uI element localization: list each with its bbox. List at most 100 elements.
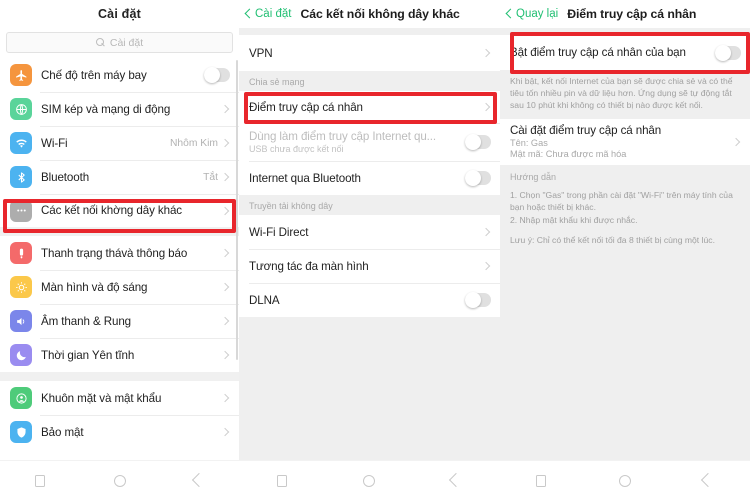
enable-hotspot-toggle[interactable] <box>715 44 741 61</box>
sidebar-item-face-password[interactable]: Khuôn mặt và mật khẩu <box>0 381 239 415</box>
guide-section: Hướng dẫn 1. Chọn "Gas" trong phần cài đ… <box>500 164 750 257</box>
shield-icon <box>10 421 32 443</box>
sidebar-item-display-brightness[interactable]: Màn hình và độ sáng <box>0 270 239 304</box>
sidebar-item-label: Chế độ trên máy bay <box>41 68 147 82</box>
list-item-label: Tương tác đa màn hình <box>249 259 369 273</box>
chevron-left-icon <box>506 9 513 20</box>
recents-button[interactable] <box>34 474 45 487</box>
section-header-wireless-transfer: Truyền tải không dây <box>239 195 500 215</box>
panel-settings: Cài đặt Cài đặt Chế độ trên máy bay SIM … <box>0 0 239 500</box>
sidebar-item-bluetooth[interactable]: Bluetooth Tắt <box>0 160 239 194</box>
guide-line-2: 2. Nhập mật khẩu khi được nhắc. <box>510 214 638 225</box>
hotspot-toggle-group: Bật điểm truy cập cá nhân của bạn <box>500 35 750 70</box>
home-button[interactable] <box>113 474 126 487</box>
status-bar-icon <box>10 242 32 264</box>
more-dots-icon <box>10 199 32 222</box>
bluetooth-value: Tắt <box>203 171 218 183</box>
guide-line-1: 1. Chọn "Gas" trong phần cài đặt "Wi-Fi"… <box>510 189 733 213</box>
list-item-label: Dùng làm điểm truy cập Internet qu... <box>249 130 437 143</box>
list-item-personal-hotspot[interactable]: Điểm truy cập cá nhân <box>239 91 500 123</box>
wifi-icon <box>10 132 32 154</box>
spacer <box>239 28 500 35</box>
sidebar-item-security[interactable]: Bảo mật <box>0 415 239 449</box>
search-input[interactable]: Cài đặt <box>6 32 233 53</box>
list-item-multiscreen[interactable]: Tương tác đa màn hình <box>239 249 500 283</box>
back-label: Cài đặt <box>255 8 292 20</box>
sidebar-item-label: Bảo mật <box>41 425 84 439</box>
sidebar-item-label: Thanh trạng thávà thông báo <box>41 246 188 260</box>
search-icon <box>95 38 105 47</box>
navbar-panel1 <box>0 460 239 500</box>
hotspot-password: Mật mã: Chưa được mã hóa <box>510 149 627 160</box>
wireless-transfer-group: Wi-Fi Direct Tương tác đa màn hình DLNA <box>239 215 500 317</box>
sidebar-item-wifi[interactable]: Wi-Fi Nhôm Kim <box>0 126 239 160</box>
sidebar-item-status-notifications[interactable]: Thanh trạng thávà thông báo <box>0 236 239 270</box>
list-item-label: VPN <box>249 46 273 60</box>
list-item-dlna[interactable]: DLNA <box>239 283 500 317</box>
settings-group-3: Khuôn mặt và mật khẩu Bảo mật <box>0 381 239 449</box>
guide-heading: Hướng dẫn <box>510 171 556 182</box>
spacer <box>500 28 750 35</box>
back-to-settings-link[interactable]: Cài đặt <box>245 8 291 20</box>
back-button[interactable] <box>195 475 205 487</box>
sidebar-item-label: Thời gian Yên tĩnh <box>41 348 135 362</box>
list-item-vpn[interactable]: VPN <box>239 35 500 71</box>
sidebar-item-other-wireless[interactable]: Các kết nối khờng dây khác <box>0 194 239 227</box>
back-link[interactable]: Quay lại <box>506 8 558 20</box>
sound-icon <box>10 310 32 332</box>
chevron-right-icon <box>484 262 491 271</box>
bluetooth-tethering-toggle[interactable] <box>465 170 491 186</box>
group-divider <box>0 227 239 236</box>
sidebar-item-label: Bluetooth <box>41 170 90 184</box>
hotspot-name: Tên: Gas <box>510 138 548 149</box>
back-label: Quay lại <box>516 8 559 20</box>
list-item-hotspot-settings[interactable]: Cài đặt điểm truy cập cá nhân Tên: Gas M… <box>500 118 750 165</box>
home-button[interactable] <box>363 474 376 487</box>
chevron-right-icon <box>223 394 230 403</box>
group-divider <box>0 372 239 381</box>
dlna-toggle[interactable] <box>465 292 491 308</box>
globe-icon <box>10 98 32 120</box>
chevron-right-icon <box>484 49 491 58</box>
list-item-wifi-direct[interactable]: Wi-Fi Direct <box>239 215 500 249</box>
list-item-label: Bật điểm truy cập cá nhân của bạn <box>510 46 686 59</box>
chevron-right-icon <box>484 103 491 112</box>
sidebar-item-sound-vibration[interactable]: Âm thanh & Rung <box>0 304 239 338</box>
list-item-label: Điểm truy cập cá nhân <box>249 100 363 114</box>
panel-other-wireless: Cài đặt Các kết nối không dây khác VPN C… <box>239 0 500 500</box>
list-item-sublabel: USB chưa được kết nối <box>249 144 344 154</box>
sidebar-item-airplane-mode[interactable]: Chế độ trên máy bay <box>0 58 239 92</box>
chevron-right-icon <box>223 283 230 292</box>
chevron-right-icon <box>223 317 230 326</box>
list-item-label: Cài đặt điểm truy cập cá nhân <box>510 124 662 138</box>
brightness-icon <box>10 276 32 298</box>
sidebar-item-quiet-time[interactable]: Thời gian Yên tĩnh <box>0 338 239 372</box>
navbar-panel3 <box>500 460 750 500</box>
bluetooth-icon <box>10 166 32 188</box>
back-button[interactable] <box>704 475 714 487</box>
airplane-mode-toggle[interactable] <box>204 67 230 83</box>
chevron-right-icon <box>223 249 230 258</box>
scrollbar[interactable] <box>236 60 238 360</box>
chevron-right-icon <box>223 105 230 114</box>
recents-button[interactable] <box>277 474 288 487</box>
panel1-header: Cài đặt <box>0 0 239 28</box>
chevron-right-icon <box>223 139 230 148</box>
usb-tethering-toggle[interactable] <box>465 134 491 150</box>
panel-personal-hotspot: Quay lại Điểm truy cập cá nhân Bật điểm … <box>500 0 750 500</box>
network-sharing-group: Điểm truy cập cá nhân Dùng làm điểm truy… <box>239 91 500 195</box>
list-item-enable-hotspot[interactable]: Bật điểm truy cập cá nhân của bạn <box>500 35 750 70</box>
section-header-network-sharing: Chia sẻ mạng <box>239 71 500 91</box>
search-bar-wrap: Cài đặt <box>0 28 239 58</box>
back-button[interactable] <box>452 475 462 487</box>
list-item-bluetooth-tethering[interactable]: Internet qua Bluetooth <box>239 161 500 195</box>
vpn-group: VPN <box>239 35 500 71</box>
settings-group-2: Thanh trạng thávà thông báo Màn hình và … <box>0 236 239 372</box>
chevron-right-icon <box>484 228 491 237</box>
navbar-panel2 <box>239 460 500 500</box>
sidebar-item-label: Wi-Fi <box>41 136 68 150</box>
sidebar-item-dual-sim[interactable]: SIM kép và mạng di động <box>0 92 239 126</box>
home-button[interactable] <box>618 474 631 487</box>
list-item-usb-tethering[interactable]: Dùng làm điểm truy cập Internet qu... US… <box>239 123 500 161</box>
recents-button[interactable] <box>536 474 547 487</box>
